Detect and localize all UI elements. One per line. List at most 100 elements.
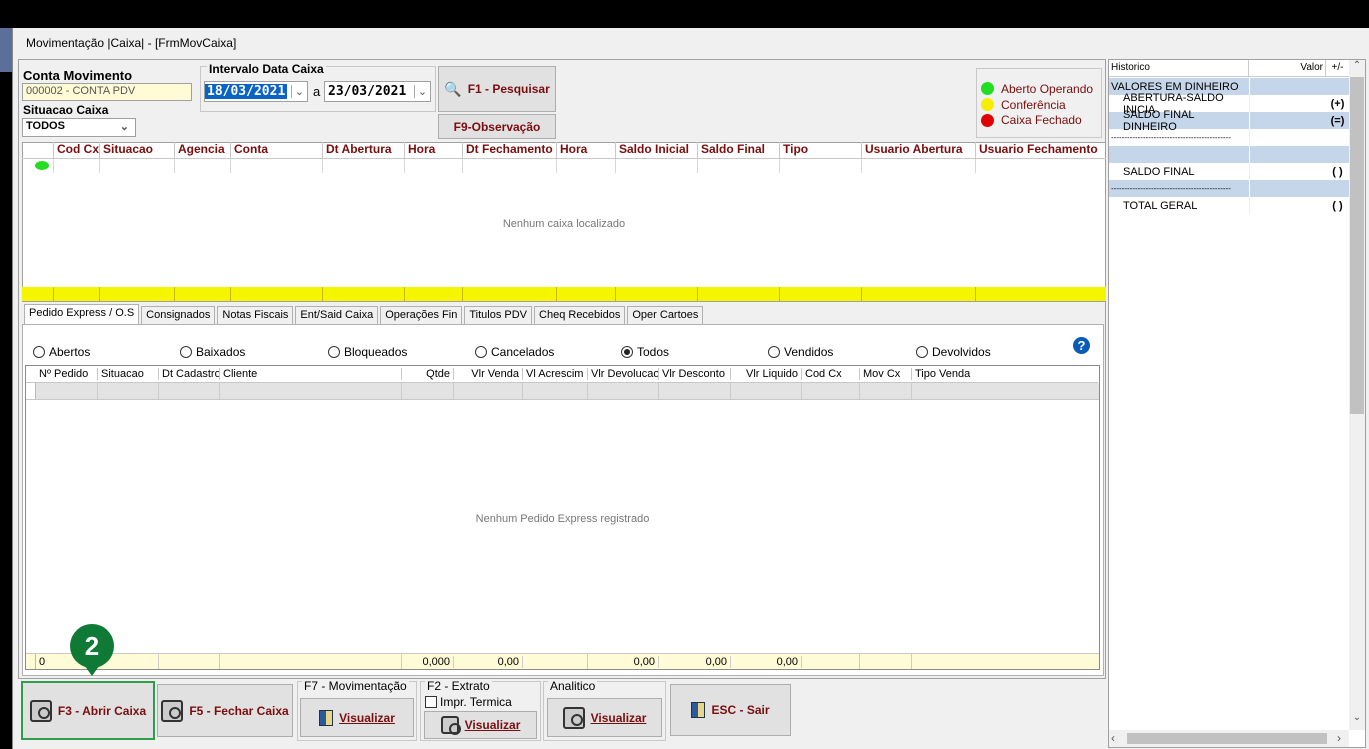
col-header[interactable]: Vlr Devolucao — [588, 368, 659, 380]
col-header[interactable]: Usuario Abertura — [862, 142, 976, 159]
col-header[interactable]: Usuario Fechamento — [976, 142, 1106, 159]
pedido-grid-new-row[interactable] — [26, 383, 1099, 400]
radio-abertos[interactable]: Abertos — [33, 345, 90, 359]
col-header[interactable]: Situacao — [98, 368, 159, 380]
conta-movimento-field[interactable]: 000002 - CONTA PDV — [22, 83, 192, 101]
radio-bloqueados[interactable]: Bloqueados — [328, 345, 407, 359]
col-header[interactable]: Saldo Final — [698, 142, 780, 159]
col-header[interactable]: Dt Cadastro — [159, 368, 220, 380]
footer-vlr-venda: 0,00 — [454, 655, 523, 668]
date-from-picker[interactable]: 18/03/2021 ⌄ — [204, 81, 308, 102]
tab-strip: Pedido Express / O.S Consignados Notas F… — [24, 304, 705, 325]
tab-titulos-pdv[interactable]: Titulos PDV — [464, 306, 533, 324]
fechar-caixa-button[interactable]: F5 - Fechar Caixa — [157, 684, 293, 737]
footer-qtde: 0,000 — [402, 655, 454, 668]
date-separator: a — [313, 84, 321, 99]
tab-consignados[interactable]: Consignados — [141, 306, 216, 324]
visualizar-movimentacao-button[interactable]: Visualizar — [300, 698, 414, 737]
pesquisar-button[interactable]: 🔍 F1 - Pesquisar — [438, 66, 556, 112]
radio-baixados[interactable]: Baixados — [180, 345, 245, 359]
impr-termica-label: Impr. Termica — [440, 695, 512, 709]
pesquisar-label: F1 - Pesquisar — [467, 82, 550, 96]
impr-termica-checkbox[interactable]: Impr. Termica — [425, 695, 512, 709]
scrollbar-thumb[interactable] — [1127, 733, 1327, 744]
tab-pedido-express[interactable]: Pedido Express / O.S — [24, 304, 140, 325]
historico-col[interactable]: Historico — [1109, 60, 1249, 76]
valor-col[interactable]: Valor — [1249, 60, 1326, 76]
date-from-value: 18/03/2021 — [205, 84, 288, 99]
visualizar-analitico-button[interactable]: Visualizar — [547, 698, 662, 737]
status-legend: Aberto Operando Conferência Caixa Fechad… — [976, 68, 1102, 138]
background-window-edge — [0, 28, 12, 72]
col-header[interactable]: Vlr Desconto — [659, 368, 731, 380]
horizontal-scrollbar[interactable]: ‹ › — [1109, 730, 1349, 747]
radio-todos[interactable]: Todos — [621, 345, 669, 359]
historico-row[interactable] — [1109, 146, 1349, 163]
abrir-caixa-button[interactable]: F3 - Abrir Caixa — [21, 681, 155, 740]
col-header[interactable]: Dt Abertura — [323, 142, 405, 159]
safe-icon — [29, 699, 52, 722]
col-header[interactable]: Nº Pedido — [36, 368, 98, 380]
radio-cancelados[interactable]: Cancelados — [475, 345, 554, 359]
checkbox-box — [425, 696, 437, 708]
date-to-picker[interactable]: 23/03/2021 ⌄ — [324, 81, 431, 102]
col-header[interactable]: Hora — [405, 142, 463, 159]
col-header[interactable]: Vlr Liquido — [731, 368, 802, 380]
col-header[interactable]: Situacao — [100, 142, 175, 159]
scroll-left-icon[interactable]: ‹ — [1111, 731, 1115, 745]
radio-vendidos[interactable]: Vendidos — [768, 345, 833, 359]
col-header[interactable]: Hora — [557, 142, 616, 159]
col-header[interactable]: Vlr Venda — [454, 368, 523, 380]
visualizar-label: Visualizar — [464, 718, 521, 732]
exit-door-icon — [691, 702, 706, 718]
sair-button[interactable]: ESC - Sair — [670, 684, 791, 736]
col-header[interactable]: Conta — [231, 142, 323, 159]
observacao-button[interactable]: F9-Observação — [438, 114, 556, 139]
radio-label: Bloqueados — [344, 345, 408, 359]
radio-label: Baixados — [196, 345, 246, 359]
col-header[interactable]: Vl Acrescim — [523, 368, 588, 380]
date-to-value: 23/03/2021 — [328, 84, 407, 99]
scroll-right-icon[interactable]: › — [1337, 731, 1341, 745]
grid-indicator-col — [22, 142, 54, 159]
historico-row[interactable]: SALDO FINAL( ) — [1109, 163, 1349, 180]
col-header[interactable]: Qtde — [402, 368, 454, 380]
intervalo-label: Intervalo Data Caixa — [207, 62, 326, 76]
calendar-dropdown-icon[interactable]: ⌄ — [414, 85, 430, 98]
situacao-caixa-select[interactable]: TODOS ⌄ — [22, 118, 136, 137]
visualizar-extrato-button[interactable]: Visualizar — [424, 711, 537, 739]
scrollbar-thumb[interactable] — [1350, 77, 1364, 414]
window-title: Movimentação |Caixa| - [FrmMovCaixa] — [26, 36, 237, 50]
radio-circle — [475, 346, 487, 358]
radio-label: Todos — [637, 345, 670, 359]
tab-notas-fiscais[interactable]: Notas Fiscais — [217, 306, 294, 324]
historico-row[interactable]: TOTAL GERAL( ) — [1109, 197, 1349, 214]
tab-oper-cartoes[interactable]: Oper Cartoes — [627, 306, 704, 324]
tab-ent-said-caixa[interactable]: Ent/Said Caixa — [295, 306, 379, 324]
scroll-down-icon[interactable]: ⌄ — [1349, 712, 1365, 728]
yellow-status-icon — [981, 98, 994, 111]
caixa-grid-row-lines — [22, 159, 1106, 173]
vertical-scrollbar[interactable]: ⌃ ⌄ — [1349, 60, 1365, 730]
col-header[interactable]: Tipo — [780, 142, 862, 159]
tab-cheq-recebidos[interactable]: Cheq Recebidos — [534, 306, 626, 324]
calendar-dropdown-icon[interactable]: ⌄ — [291, 85, 307, 98]
tab-operacoes-fin[interactable]: Operações Fin — [380, 306, 463, 324]
col-header[interactable]: Cod Cx — [54, 142, 100, 159]
col-header[interactable]: Saldo Inicial — [616, 142, 698, 159]
col-header[interactable]: Mov Cx — [860, 368, 912, 380]
col-header[interactable]: Agencia — [175, 142, 231, 159]
sign-col[interactable]: +/- — [1326, 60, 1349, 76]
green-status-icon — [981, 82, 994, 95]
chevron-down-icon: ⌄ — [119, 121, 129, 133]
col-header[interactable]: Cod Cx — [802, 368, 860, 380]
col-header[interactable]: Cliente — [220, 368, 402, 380]
col-header[interactable]: Tipo Venda — [912, 368, 1098, 380]
help-icon[interactable]: ? — [1073, 337, 1090, 354]
historico-row[interactable]: SALDO FINAL DINHEIRO (=) — [1109, 109, 1349, 133]
scroll-up-icon[interactable]: ⌃ — [1349, 60, 1365, 76]
pedido-grid-footer: 0 0,000 0,00 0,00 0,00 0,00 — [26, 653, 1099, 669]
historico-row[interactable]: ----------------------------------------… — [1109, 180, 1349, 197]
radio-devolvidos[interactable]: Devolvidos — [916, 345, 991, 359]
col-header[interactable]: Dt Fechamento — [463, 142, 557, 159]
